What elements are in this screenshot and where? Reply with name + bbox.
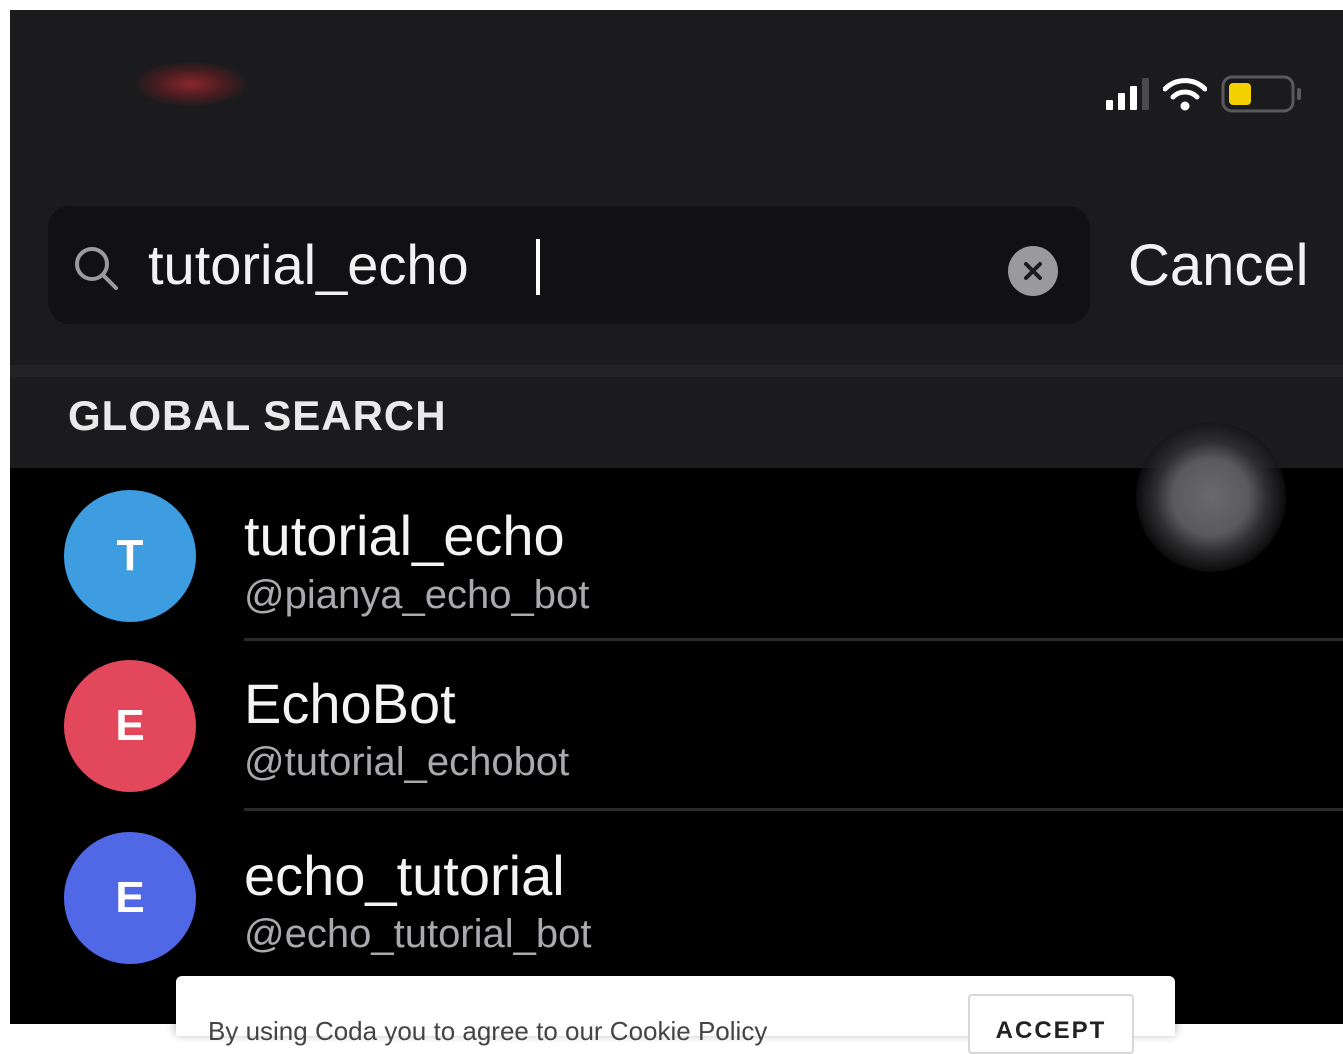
result-row[interactable]: E EchoBot @tutorial_echobot	[10, 640, 1343, 811]
result-username: @echo_tutorial_bot	[244, 912, 592, 956]
search-bar[interactable]	[48, 206, 1090, 324]
result-username: @tutorial_echobot	[244, 740, 570, 784]
cookie-banner: By using Coda you to agree to our Cookie…	[176, 976, 1175, 1054]
result-title: echo_tutorial	[244, 844, 565, 907]
avatar: E	[64, 660, 196, 792]
cancel-button[interactable]: Cancel	[1128, 232, 1309, 300]
search-input[interactable]	[148, 226, 988, 302]
section-header-global-search: GLOBAL SEARCH	[68, 392, 447, 439]
section-divider	[10, 365, 1343, 377]
camera-indicator-icon	[136, 62, 246, 106]
cookie-text: By using Coda you to agree to our Cookie…	[208, 1016, 768, 1046]
battery-low-icon	[1221, 74, 1303, 114]
touch-indicator	[1136, 422, 1286, 572]
avatar: E	[64, 832, 196, 964]
wifi-icon	[1163, 77, 1207, 111]
magnifier-icon	[72, 244, 128, 299]
signal-bars-icon	[1106, 78, 1149, 110]
text-cursor	[536, 239, 540, 295]
result-title: tutorial_echo	[244, 504, 565, 567]
result-username: @pianya_echo_bot	[244, 573, 590, 617]
avatar: T	[64, 490, 196, 622]
status-bar	[1106, 72, 1303, 116]
result-row[interactable]: E echo_tutorial @echo_tutorial_bot	[10, 810, 1343, 980]
clear-x-icon[interactable]	[1008, 246, 1058, 296]
result-title: EchoBot	[244, 672, 456, 735]
search-header-area: Cancel GLOBAL SEARCH	[10, 10, 1343, 468]
accept-cookies-button[interactable]: ACCEPT	[968, 994, 1134, 1054]
phone-screen: Cancel GLOBAL SEARCH T tutorial_echo @pi…	[10, 10, 1343, 1024]
